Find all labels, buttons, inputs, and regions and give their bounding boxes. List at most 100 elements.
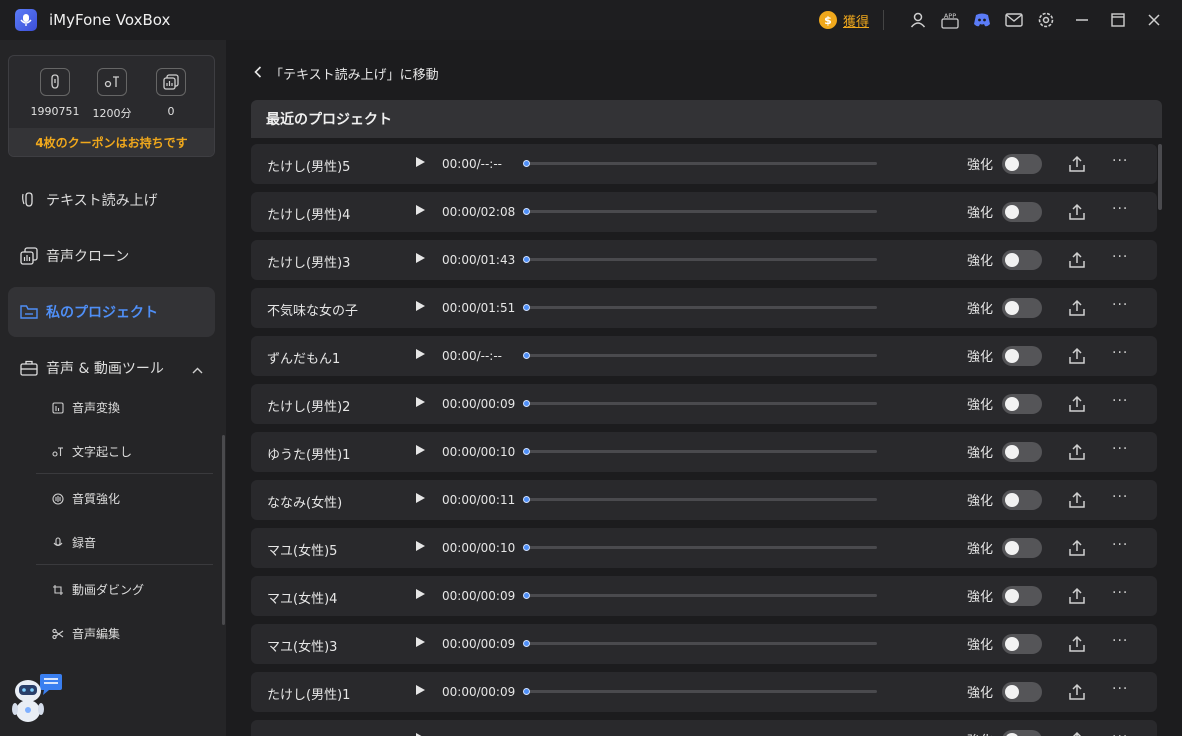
play-icon[interactable] bbox=[416, 301, 425, 311]
enhance-toggle[interactable] bbox=[1002, 442, 1042, 462]
play-icon[interactable] bbox=[416, 589, 425, 599]
progress-slider[interactable] bbox=[523, 208, 877, 215]
slider-knob[interactable] bbox=[523, 160, 530, 167]
more-options-icon[interactable]: ··· bbox=[1112, 249, 1128, 265]
sub-item-record[interactable]: 録音 bbox=[52, 534, 96, 551]
play-icon[interactable] bbox=[416, 637, 425, 647]
play-icon[interactable] bbox=[416, 397, 425, 407]
export-icon[interactable] bbox=[1067, 346, 1087, 366]
sub-item-voice-change[interactable]: 音声変換 bbox=[52, 399, 120, 416]
close-icon[interactable] bbox=[1144, 10, 1164, 30]
more-options-icon[interactable]: ··· bbox=[1112, 393, 1128, 409]
export-icon[interactable] bbox=[1067, 154, 1087, 174]
sub-item-transcribe[interactable]: 文字起こし bbox=[52, 443, 132, 460]
slider-knob[interactable] bbox=[523, 688, 530, 695]
enhance-toggle[interactable] bbox=[1002, 586, 1042, 606]
progress-slider[interactable] bbox=[523, 160, 877, 167]
progress-slider[interactable] bbox=[523, 688, 877, 695]
slider-knob[interactable] bbox=[523, 496, 530, 503]
app-icon[interactable]: APP bbox=[940, 10, 960, 30]
enhance-toggle[interactable] bbox=[1002, 154, 1042, 174]
progress-slider[interactable] bbox=[523, 640, 877, 647]
discord-icon[interactable] bbox=[972, 10, 992, 30]
more-options-icon[interactable]: ··· bbox=[1112, 153, 1128, 169]
back-to-tts-link[interactable]: 「テキスト読み上げ」に移動 bbox=[254, 64, 439, 83]
more-options-icon[interactable]: ··· bbox=[1112, 441, 1128, 457]
enhance-toggle[interactable] bbox=[1002, 634, 1042, 654]
settings-icon[interactable] bbox=[1036, 10, 1056, 30]
export-icon[interactable] bbox=[1067, 202, 1087, 222]
enhance-toggle[interactable] bbox=[1002, 490, 1042, 510]
play-icon[interactable] bbox=[416, 445, 425, 455]
slider-knob[interactable] bbox=[523, 304, 530, 311]
more-options-icon[interactable]: ··· bbox=[1112, 585, 1128, 601]
sub-item-edit[interactable]: 音声編集 bbox=[52, 625, 120, 642]
export-icon[interactable] bbox=[1067, 394, 1087, 414]
more-options-icon[interactable]: ··· bbox=[1112, 201, 1128, 217]
more-options-icon[interactable]: ··· bbox=[1112, 297, 1128, 313]
enhance-toggle[interactable] bbox=[1002, 394, 1042, 414]
enhance-toggle[interactable] bbox=[1002, 250, 1042, 270]
mail-icon[interactable] bbox=[1004, 10, 1024, 30]
progress-slider[interactable] bbox=[523, 448, 877, 455]
progress-slider[interactable] bbox=[523, 544, 877, 551]
more-options-icon[interactable]: ··· bbox=[1112, 729, 1128, 736]
enhance-toggle[interactable] bbox=[1002, 202, 1042, 222]
chatbot-icon[interactable] bbox=[12, 673, 64, 725]
play-icon[interactable] bbox=[416, 253, 425, 263]
export-icon[interactable] bbox=[1067, 250, 1087, 270]
minimize-icon[interactable] bbox=[1072, 10, 1092, 30]
more-options-icon[interactable]: ··· bbox=[1112, 681, 1128, 697]
export-icon[interactable] bbox=[1067, 634, 1087, 654]
enhance-toggle[interactable] bbox=[1002, 730, 1042, 736]
enhance-toggle[interactable] bbox=[1002, 346, 1042, 366]
slider-knob[interactable] bbox=[523, 352, 530, 359]
play-icon[interactable] bbox=[416, 349, 425, 359]
nav-item-tts[interactable]: テキスト読み上げ bbox=[8, 175, 215, 225]
maximize-icon[interactable] bbox=[1108, 10, 1128, 30]
export-icon[interactable] bbox=[1067, 490, 1087, 510]
progress-slider[interactable] bbox=[523, 400, 877, 407]
progress-slider[interactable] bbox=[523, 304, 877, 311]
coupon-banner[interactable]: 4枚のクーポンはお持ちです bbox=[9, 128, 214, 156]
enhance-toggle[interactable] bbox=[1002, 682, 1042, 702]
slider-knob[interactable] bbox=[523, 544, 530, 551]
more-options-icon[interactable]: ··· bbox=[1112, 537, 1128, 553]
sub-item-dubbing[interactable]: 動画ダビング bbox=[52, 581, 144, 598]
progress-slider[interactable] bbox=[523, 592, 877, 599]
nav-item-my-projects[interactable]: 私のプロジェクト bbox=[8, 287, 215, 337]
chevron-up-icon[interactable] bbox=[192, 362, 203, 378]
progress-slider[interactable] bbox=[523, 256, 877, 263]
export-icon[interactable] bbox=[1067, 442, 1087, 462]
play-icon[interactable] bbox=[416, 541, 425, 551]
more-options-icon[interactable]: ··· bbox=[1112, 489, 1128, 505]
more-options-icon[interactable]: ··· bbox=[1112, 633, 1128, 649]
more-options-icon[interactable]: ··· bbox=[1112, 345, 1128, 361]
main-scrollbar[interactable] bbox=[1158, 144, 1162, 210]
nav-item-voice-clone[interactable]: 音声クローン bbox=[8, 231, 215, 281]
export-icon[interactable] bbox=[1067, 538, 1087, 558]
export-icon[interactable] bbox=[1067, 586, 1087, 606]
play-icon[interactable] bbox=[416, 205, 425, 215]
progress-slider[interactable] bbox=[523, 496, 877, 503]
enhance-toggle[interactable] bbox=[1002, 298, 1042, 318]
nav-item-av-tools[interactable]: 音声 & 動画ツール bbox=[8, 343, 215, 393]
play-icon[interactable] bbox=[416, 493, 425, 503]
slider-knob[interactable] bbox=[523, 208, 530, 215]
acquire-link[interactable]: 獲得 bbox=[843, 11, 869, 30]
user-icon[interactable] bbox=[908, 10, 928, 30]
sub-item-enhance[interactable]: 音質強化 bbox=[52, 490, 120, 507]
progress-slider[interactable] bbox=[523, 352, 877, 359]
export-icon[interactable] bbox=[1067, 298, 1087, 318]
slider-knob[interactable] bbox=[523, 400, 530, 407]
slider-knob[interactable] bbox=[523, 640, 530, 647]
export-icon[interactable] bbox=[1067, 730, 1087, 736]
play-icon[interactable] bbox=[416, 157, 425, 167]
slider-knob[interactable] bbox=[523, 448, 530, 455]
play-icon[interactable] bbox=[416, 685, 425, 695]
slider-knob[interactable] bbox=[523, 256, 530, 263]
export-icon[interactable] bbox=[1067, 682, 1087, 702]
enhance-toggle[interactable] bbox=[1002, 538, 1042, 558]
sidebar-scrollbar[interactable] bbox=[222, 435, 225, 625]
slider-knob[interactable] bbox=[523, 592, 530, 599]
